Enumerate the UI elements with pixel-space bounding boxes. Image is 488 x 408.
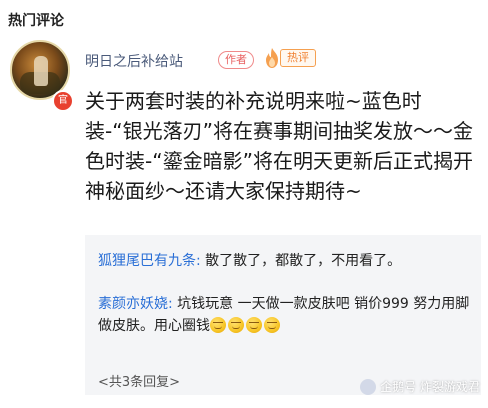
reply-item: 狐狸尾巴有九条: 散了散了，都散了，不用看了。 xyxy=(98,250,473,272)
avatar-figure xyxy=(34,56,48,86)
flame-icon xyxy=(266,48,278,68)
reply-username[interactable]: 素颜亦妖娆: xyxy=(98,296,173,312)
watermark-text: 企鹅号 炸裂游戏君 xyxy=(380,380,480,394)
hot-comment-badge: 热评 xyxy=(262,47,316,69)
smirk-face-icon xyxy=(228,317,244,333)
comment-section: 热门评论 官 明日之后补给站 作者 热评 关于两套时装的补充说明来啦~蓝色时装-… xyxy=(0,0,488,408)
smirk-face-icon xyxy=(210,317,226,333)
more-replies-link[interactable]: <共3条回复> xyxy=(98,371,180,390)
official-badge: 官 xyxy=(52,90,74,112)
penguin-logo-icon xyxy=(360,378,377,395)
section-title: 热门评论 xyxy=(8,13,64,29)
reply-text: 散了散了，都散了，不用看了。 xyxy=(200,253,402,269)
comment-text: 关于两套时装的补充说明来啦~蓝色时装-“银光落刃”将在赛事期间抽奖发放～～金色时… xyxy=(85,89,473,203)
username[interactable]: 明日之后补给站 xyxy=(85,51,183,71)
hot-label: 热评 xyxy=(280,49,316,67)
reply-item: 素颜亦妖娆: 坑钱玩意 一天做一款皮肤吧 销价999 努力用脚做皮肤。用心圈钱 xyxy=(98,293,473,337)
smirk-face-icon xyxy=(264,317,280,333)
reply-box: 狐狸尾巴有九条: 散了散了，都散了，不用看了。 素颜亦妖娆: 坑钱玩意 一天做一… xyxy=(85,235,481,395)
author-tag: 作者 xyxy=(218,51,254,69)
watermark: 企鹅号 炸裂游戏君 xyxy=(360,378,480,395)
smirk-face-icon xyxy=(246,317,262,333)
reply-username[interactable]: 狐狸尾巴有九条: xyxy=(98,253,201,269)
